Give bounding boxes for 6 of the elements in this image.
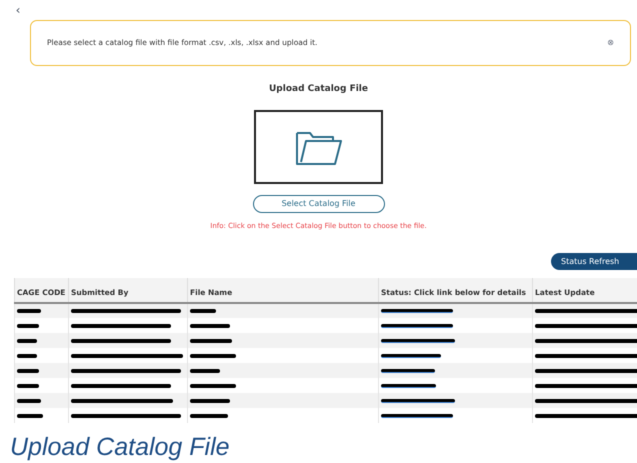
- close-button[interactable]: ⊗: [607, 39, 614, 47]
- status-refresh-button[interactable]: Status Refresh: [551, 253, 637, 270]
- page-caption: Upload Catalog File: [10, 432, 230, 463]
- select-file-button[interactable]: Select Catalog File: [252, 194, 384, 212]
- upload-title: Upload Catalog File: [269, 83, 368, 96]
- back-button[interactable]: ‹: [14, 4, 22, 16]
